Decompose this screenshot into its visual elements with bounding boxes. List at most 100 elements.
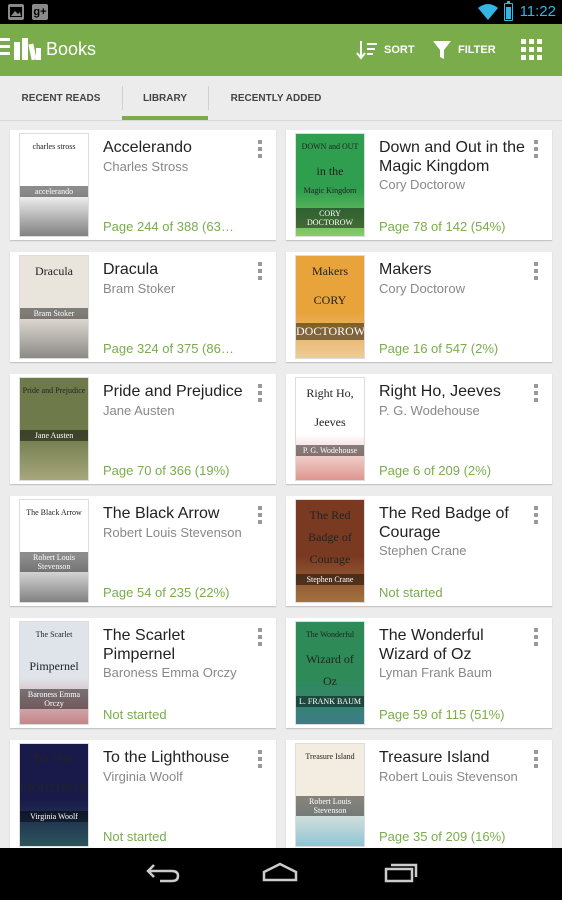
page-title: Books	[46, 39, 97, 59]
overflow-menu-icon[interactable]	[534, 750, 538, 771]
back-icon[interactable]	[146, 862, 180, 889]
home-icon[interactable]	[262, 862, 298, 889]
filter-label: FILTER	[458, 44, 496, 56]
cover-text: The Black Arrow	[26, 508, 82, 517]
status-bar: g+ 11:22	[0, 0, 562, 24]
book-author: Cory Doctorow	[379, 177, 465, 192]
book-author: Robert Louis Stevenson	[379, 769, 518, 784]
wifi-icon	[478, 3, 498, 26]
sort-label: SORT	[384, 44, 415, 56]
book-cover[interactable]: TO THE LIGHTHOUSE Virginia Woolf	[19, 743, 89, 847]
cover-text: accelerando	[20, 186, 88, 197]
book-cover[interactable]: Treasure Island Robert Louis Stevenson	[295, 743, 365, 847]
book-progress: Page 35 of 209 (16%)	[379, 829, 506, 844]
overflow-menu-icon[interactable]	[258, 262, 262, 283]
book-title: Down and Out in the Magic Kingdom	[379, 139, 525, 175]
book-title: Pride and Prejudice	[103, 383, 243, 400]
tab-recent-reads[interactable]: RECENT READS	[0, 76, 122, 121]
overflow-menu-icon[interactable]	[258, 384, 262, 405]
book-cover[interactable]: The Black Arrow Robert Louis Stevenson	[19, 499, 89, 603]
cover-text: CORY DOCTOROW	[296, 208, 364, 228]
book-progress: Page 6 of 209 (2%)	[379, 463, 492, 478]
cover-text: Pimpernel	[29, 659, 79, 674]
books-logo-icon[interactable]	[14, 36, 42, 67]
drawer-menu-icon[interactable]	[0, 38, 10, 62]
overflow-menu-icon[interactable]	[534, 262, 538, 283]
book-progress: Page 244 of 388 (63%)	[103, 219, 236, 234]
book-card[interactable]: Treasure Island Robert Louis Stevenson Tr…	[286, 740, 552, 850]
overflow-menu-icon[interactable]	[258, 140, 262, 161]
book-card[interactable]: Makers CORY DOCTOROW Makers Cory Doctorow …	[286, 252, 552, 362]
book-cover[interactable]: Makers CORY DOCTOROW	[295, 255, 365, 359]
book-card[interactable]: The Wonderful Wizard of Oz L. FRANK BAUM Th…	[286, 618, 552, 728]
overflow-menu-icon[interactable]	[534, 506, 538, 527]
book-cover[interactable]: The Scarlet Pimpernel Baroness Emma Orczy	[19, 621, 89, 725]
cover-text: Makers	[312, 264, 348, 278]
book-title: Dracula	[103, 261, 159, 278]
cover-text: The Scarlet	[35, 630, 73, 639]
tab-recently-added[interactable]: RECENTLY ADDED	[208, 76, 344, 121]
book-title: Treasure Island	[379, 749, 490, 766]
cover-text: Right Ho,	[306, 386, 354, 400]
book-author: Bram Stoker	[103, 281, 176, 296]
book-cover[interactable]: Right Ho, Jeeves P. G. Wodehouse	[295, 377, 365, 481]
book-card[interactable]: TO THE LIGHTHOUSE Virginia Woolf To the Li…	[10, 740, 276, 850]
cover-text: in the	[316, 164, 344, 178]
overflow-menu-icon[interactable]	[534, 384, 538, 405]
book-card[interactable]: Dracula Bram Stoker Dracula Bram Stoker P…	[10, 252, 276, 362]
sort-icon	[356, 41, 377, 60]
cover-text: CORY	[313, 293, 347, 308]
book-cover[interactable]: charles stross accelerando	[19, 133, 89, 237]
cover-text: Oz	[323, 674, 337, 688]
book-title: The Scarlet Pimpernel	[103, 627, 185, 663]
cover-text: Courage	[309, 552, 351, 566]
book-author: Robert Louis Stevenson	[103, 525, 242, 540]
book-cover[interactable]: The Wonderful Wizard of Oz L. FRANK BAUM	[295, 621, 365, 725]
cover-text: Magic Kingdom	[303, 186, 357, 195]
cover-text: Jane Austen	[20, 430, 88, 441]
overflow-menu-icon[interactable]	[534, 140, 538, 161]
book-author: Cory Doctorow	[379, 281, 465, 296]
overflow-menu-icon[interactable]	[258, 750, 262, 771]
cover-text: DOCTOROW	[296, 322, 365, 340]
sort-button[interactable]: SORT	[356, 24, 415, 76]
book-author: Stephen Crane	[379, 543, 467, 558]
book-cover[interactable]: Pride and Prejudice Jane Austen	[19, 377, 89, 481]
tab-library[interactable]: LIBRARY	[122, 76, 208, 121]
book-author: Virginia Woolf	[103, 769, 183, 784]
selected-tab-indicator	[122, 116, 208, 120]
cover-text: LIGHTHOUSE	[20, 781, 89, 796]
book-author: Charles Stross	[103, 159, 189, 174]
cover-text: The Wonderful	[305, 630, 355, 639]
recent-apps-icon[interactable]	[384, 862, 418, 889]
system-nav-bar	[0, 848, 562, 900]
cover-text: Bram Stoker	[20, 308, 88, 319]
book-card[interactable]: Pride and Prejudice Jane Austen Pride and…	[10, 374, 276, 484]
book-author: Jane Austen	[103, 403, 175, 418]
action-bar: Books SORT FILTER	[0, 24, 562, 76]
cover-text: Robert Louis Stevenson	[296, 796, 364, 816]
book-progress: Page 324 of 375 (86%)	[103, 341, 236, 356]
google-plus-icon: g+	[32, 4, 48, 20]
overflow-menu-icon[interactable]	[258, 628, 262, 649]
book-cover[interactable]: DOWN and OUT in the Magic Kingdom CORY DOCT…	[295, 133, 365, 237]
book-card[interactable]: charles stross accelerando Accelerando Ch…	[10, 130, 276, 240]
book-card[interactable]: The Scarlet Pimpernel Baroness Emma Orczy …	[10, 618, 276, 728]
book-card[interactable]: The Red Badge of Courage Stephen Crane The …	[286, 496, 552, 606]
book-card[interactable]: Right Ho, Jeeves P. G. Wodehouse Right Ho,…	[286, 374, 552, 484]
book-card[interactable]: DOWN and OUT in the Magic Kingdom CORY DOCT…	[286, 130, 552, 240]
cover-text: Treasure Island	[305, 752, 355, 761]
tab-bar: RECENT READS LIBRARY RECENTLY ADDED	[0, 76, 562, 121]
book-title: The Black Arrow	[103, 505, 220, 522]
book-cover[interactable]: The Red Badge of Courage Stephen Crane	[295, 499, 365, 603]
book-title: Right Ho, Jeeves	[379, 383, 501, 400]
overflow-menu-icon[interactable]	[534, 628, 538, 649]
cover-text: Robert Louis Stevenson	[20, 552, 88, 572]
status-time: 11:22	[519, 3, 556, 20]
filter-button[interactable]: FILTER	[432, 24, 496, 76]
book-card[interactable]: The Black Arrow Robert Louis Stevenson Th…	[10, 496, 276, 606]
book-title: The Wonderful Wizard of Oz	[379, 627, 484, 663]
book-cover[interactable]: Dracula Bram Stoker	[19, 255, 89, 359]
overflow-menu-icon[interactable]	[258, 506, 262, 527]
grid-view-icon[interactable]	[521, 39, 543, 66]
